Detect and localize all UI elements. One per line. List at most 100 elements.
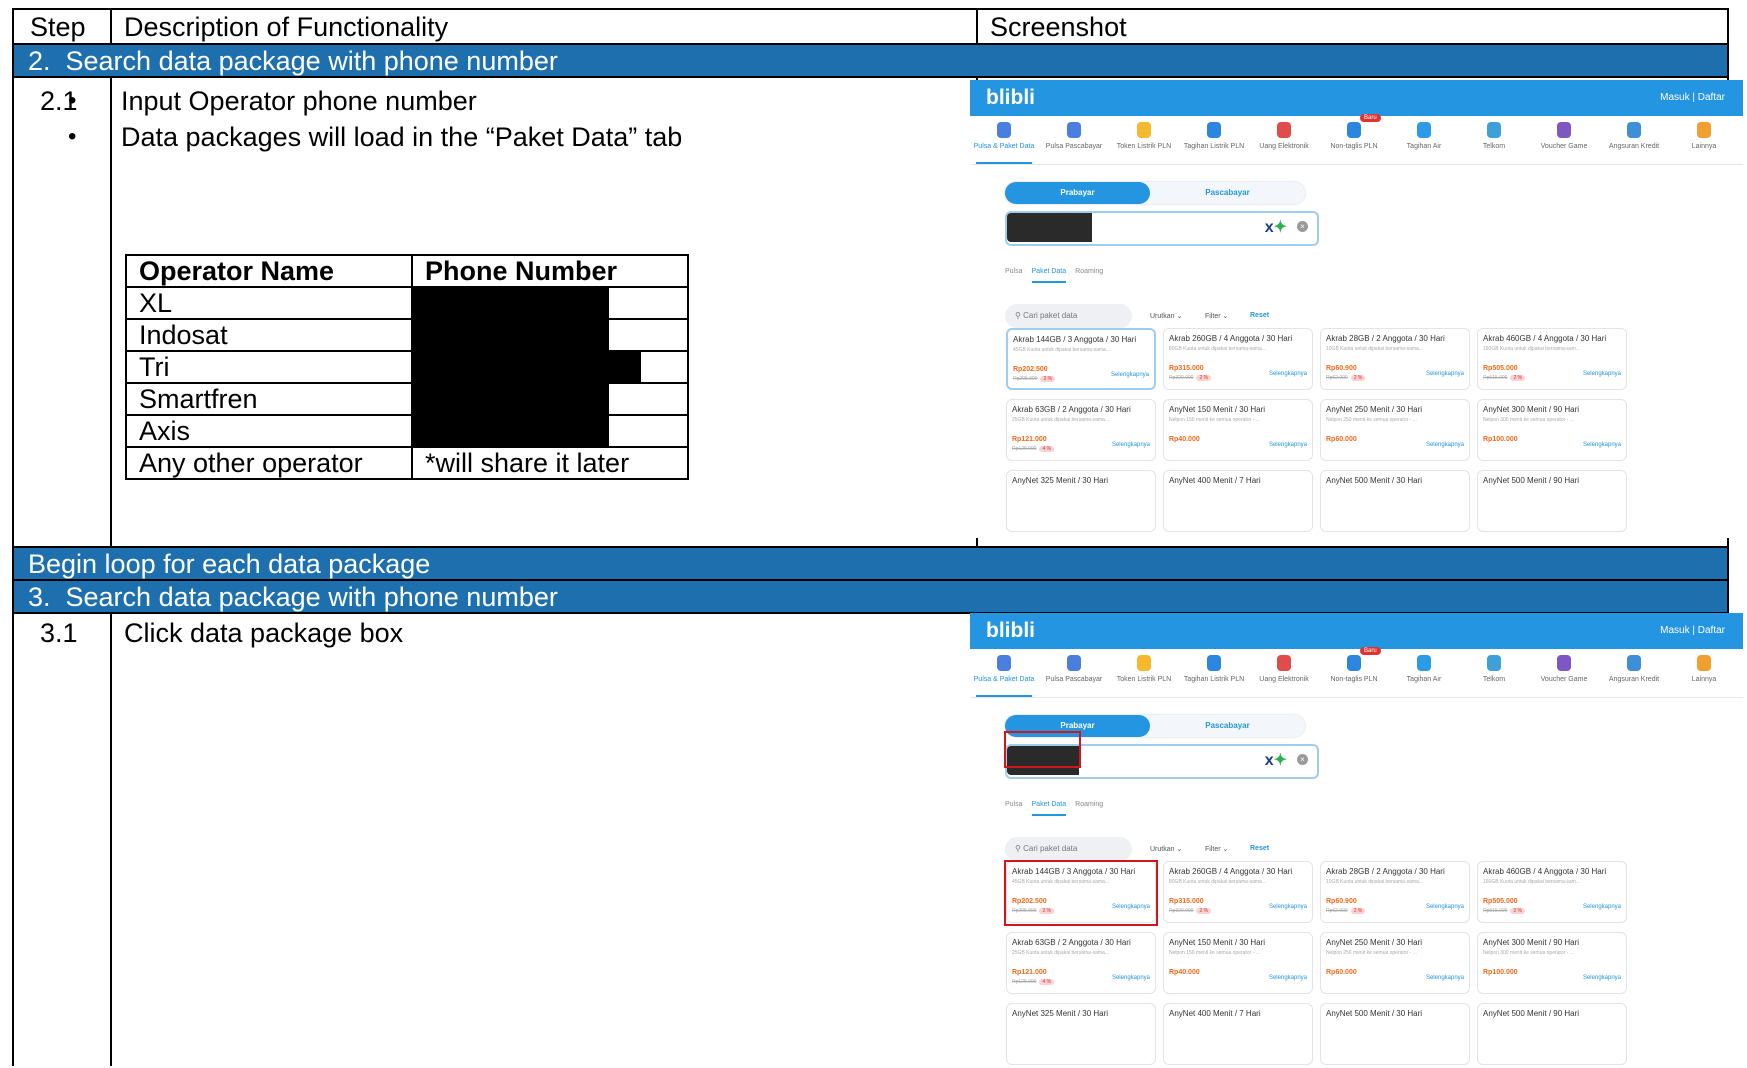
package-title: Akrab 28GB / 2 Anggota / 30 Hari	[1326, 334, 1445, 343]
package-card[interactable]: AnyNet 400 Menit / 7 Hari	[1163, 1003, 1313, 1065]
more-link[interactable]: Selengkapnya	[1269, 904, 1307, 910]
more-link[interactable]: Selengkapnya	[1111, 372, 1149, 378]
blibli-logo[interactable]: blibli	[986, 619, 1035, 643]
clear-icon[interactable]: ×	[1297, 221, 1308, 232]
category-item[interactable]: Pulsa Pascabayar	[1040, 122, 1108, 150]
search-input[interactable]: ⚲ Cari paket data	[1005, 304, 1132, 328]
package-card[interactable]: Akrab 63GB / 2 Anggota / 30 Hari 25GB Kuo…	[1006, 932, 1156, 994]
filter-dropdown[interactable]: Filter ⌄	[1205, 845, 1228, 853]
more-link[interactable]: Selengkapnya	[1583, 442, 1621, 448]
category-item[interactable]: Telkom	[1460, 655, 1528, 683]
tab-paket-data[interactable]: Paket Data	[1031, 268, 1067, 283]
more-link[interactable]: Selengkapnya	[1426, 904, 1464, 910]
more-link[interactable]: Selengkapnya	[1426, 371, 1464, 377]
package-card[interactable]: Akrab 63GB / 2 Anggota / 30 Hari 25GB Kuo…	[1006, 399, 1156, 461]
tab-paket-data[interactable]: Paket Data	[1031, 801, 1067, 816]
category-item[interactable]: Telkom	[1460, 122, 1528, 150]
login-link[interactable]: Masuk | Daftar	[1660, 92, 1725, 103]
category-label: Token Listrik PLN	[1116, 676, 1172, 683]
table-row: Indosat	[125, 318, 689, 352]
category-item[interactable]: Tagihan Listrik PLN	[1180, 655, 1248, 683]
category-item[interactable]: Uang Elektronik	[1250, 655, 1318, 683]
tab-prabayar[interactable]: Prabayar	[1005, 182, 1150, 204]
sort-dropdown[interactable]: Urutkan ⌄	[1150, 845, 1182, 853]
section-3-band: 3. Search data package with phone number	[14, 579, 1727, 612]
package-card[interactable]: AnyNet 250 Menit / 30 Hari Nelpon 250 men…	[1320, 932, 1470, 994]
category-item[interactable]: Non-taglis PLN Baru	[1320, 114, 1388, 150]
more-link[interactable]: Selengkapnya	[1426, 442, 1464, 448]
package-card[interactable]: AnyNet 325 Menit / 30 Hari	[1006, 1003, 1156, 1065]
filter-dropdown[interactable]: Filter ⌄	[1205, 312, 1228, 320]
package-card[interactable]: AnyNet 500 Menit / 30 Hari	[1320, 470, 1470, 532]
category-item[interactable]: Pulsa & Paket Data	[970, 122, 1038, 164]
package-title: Akrab 28GB / 2 Anggota / 30 Hari	[1326, 867, 1445, 876]
package-card[interactable]: AnyNet 300 Menit / 90 Hari Nelpon 300 men…	[1477, 399, 1627, 461]
sort-dropdown[interactable]: Urutkan ⌄	[1150, 312, 1182, 320]
prepaid-postpaid-toggle[interactable]: Prabayar Pascabayar	[1005, 182, 1305, 204]
category-item[interactable]: Tagihan Listrik PLN	[1180, 122, 1248, 150]
tab-pascabayar[interactable]: Pascabayar	[1150, 182, 1305, 204]
package-card[interactable]: Akrab 460GB / 4 Anggota / 30 Hari 160GB K…	[1477, 328, 1627, 390]
package-card[interactable]: Akrab 144GB / 3 Anggota / 30 Hari 45GB Ku…	[1006, 328, 1156, 390]
more-link[interactable]: Selengkapnya	[1269, 975, 1307, 981]
discount-badge: 2 %	[1510, 908, 1526, 914]
category-item[interactable]: Tagihan Air	[1390, 655, 1458, 683]
old-price-value: Rp62.000	[1326, 908, 1348, 914]
package-card[interactable]: Akrab 260GB / 4 Anggota / 30 Hari 80GB Ku…	[1163, 328, 1313, 390]
reset-button[interactable]: Reset	[1250, 312, 1269, 319]
package-card[interactable]: AnyNet 150 Menit / 30 Hari Nelpon 150 men…	[1163, 932, 1313, 994]
package-card[interactable]: Akrab 28GB / 2 Anggota / 30 Hari 10GB Kuo…	[1320, 328, 1470, 390]
category-item[interactable]: Angsuran Kredit	[1600, 655, 1668, 683]
more-link[interactable]: Selengkapnya	[1583, 975, 1621, 981]
package-card[interactable]: AnyNet 250 Menit / 30 Hari Nelpon 250 men…	[1320, 399, 1470, 461]
clear-icon[interactable]: ×	[1297, 754, 1308, 765]
more-link[interactable]: Selengkapnya	[1583, 371, 1621, 377]
more-link[interactable]: Selengkapnya	[1269, 442, 1307, 448]
category-item[interactable]: Lainnya	[1670, 655, 1738, 683]
category-item[interactable]: Token Listrik PLN	[1110, 655, 1178, 683]
more-link[interactable]: Selengkapnya	[1112, 975, 1150, 981]
blibli-logo[interactable]: blibli	[986, 86, 1035, 110]
package-card[interactable]: AnyNet 300 Menit / 90 Hari Nelpon 300 men…	[1477, 932, 1627, 994]
search-input[interactable]: ⚲ Cari paket data	[1005, 837, 1132, 861]
package-card[interactable]: AnyNet 325 Menit / 30 Hari	[1006, 470, 1156, 532]
table-row: Tri	[125, 350, 689, 384]
category-item[interactable]: Voucher Game	[1530, 655, 1598, 683]
login-link[interactable]: Masuk | Daftar	[1660, 625, 1725, 636]
package-card[interactable]: AnyNet 500 Menit / 90 Hari	[1477, 470, 1627, 532]
table-row: XL	[125, 286, 689, 320]
new-badge: Baru	[1360, 647, 1381, 655]
operator-name: Axis	[125, 414, 413, 448]
phone-number-input[interactable]: x✦ ×	[1005, 211, 1319, 246]
tab-roaming[interactable]: Roaming	[1075, 268, 1103, 275]
category-item[interactable]: Pulsa & Paket Data	[970, 655, 1038, 697]
tab-pulsa[interactable]: Pulsa	[1005, 801, 1023, 808]
package-card[interactable]: Akrab 460GB / 4 Anggota / 30 Hari 160GB K…	[1477, 861, 1627, 923]
package-card[interactable]: AnyNet 400 Menit / 7 Hari	[1163, 470, 1313, 532]
category-item[interactable]: Voucher Game	[1530, 122, 1598, 150]
package-card[interactable]: AnyNet 500 Menit / 30 Hari	[1320, 1003, 1470, 1065]
category-item[interactable]: Non-taglis PLN Baru	[1320, 647, 1388, 683]
category-item[interactable]: Angsuran Kredit	[1600, 122, 1668, 150]
package-card[interactable]: Akrab 260GB / 4 Anggota / 30 Hari 80GB Ku…	[1163, 861, 1313, 923]
package-card[interactable]: AnyNet 500 Menit / 90 Hari	[1477, 1003, 1627, 1065]
package-card[interactable]: Akrab 28GB / 2 Anggota / 30 Hari 10GB Kuo…	[1320, 861, 1470, 923]
category-item[interactable]: Tagihan Air	[1390, 122, 1458, 150]
tab-pascabayar[interactable]: Pascabayar	[1150, 715, 1305, 737]
more-link[interactable]: Selengkapnya	[1426, 975, 1464, 981]
package-title: AnyNet 250 Menit / 30 Hari	[1326, 405, 1423, 414]
more-link[interactable]: Selengkapnya	[1112, 442, 1150, 448]
tab-pulsa[interactable]: Pulsa	[1005, 268, 1023, 275]
product-tabs: Pulsa Paket Data Roaming	[1005, 801, 1112, 816]
tab-roaming[interactable]: Roaming	[1075, 801, 1103, 808]
package-card[interactable]: AnyNet 150 Menit / 30 Hari Nelpon 150 men…	[1163, 399, 1313, 461]
category-item[interactable]: Lainnya	[1670, 122, 1738, 150]
package-old-price: Rp320.000 2 %	[1169, 908, 1212, 914]
more-link[interactable]: Selengkapnya	[1583, 904, 1621, 910]
reset-button[interactable]: Reset	[1250, 845, 1269, 852]
operator-name: Any other operator	[125, 446, 413, 480]
category-item[interactable]: Token Listrik PLN	[1110, 122, 1178, 150]
category-item[interactable]: Pulsa Pascabayar	[1040, 655, 1108, 683]
category-item[interactable]: Uang Elektronik	[1250, 122, 1318, 150]
more-link[interactable]: Selengkapnya	[1269, 371, 1307, 377]
